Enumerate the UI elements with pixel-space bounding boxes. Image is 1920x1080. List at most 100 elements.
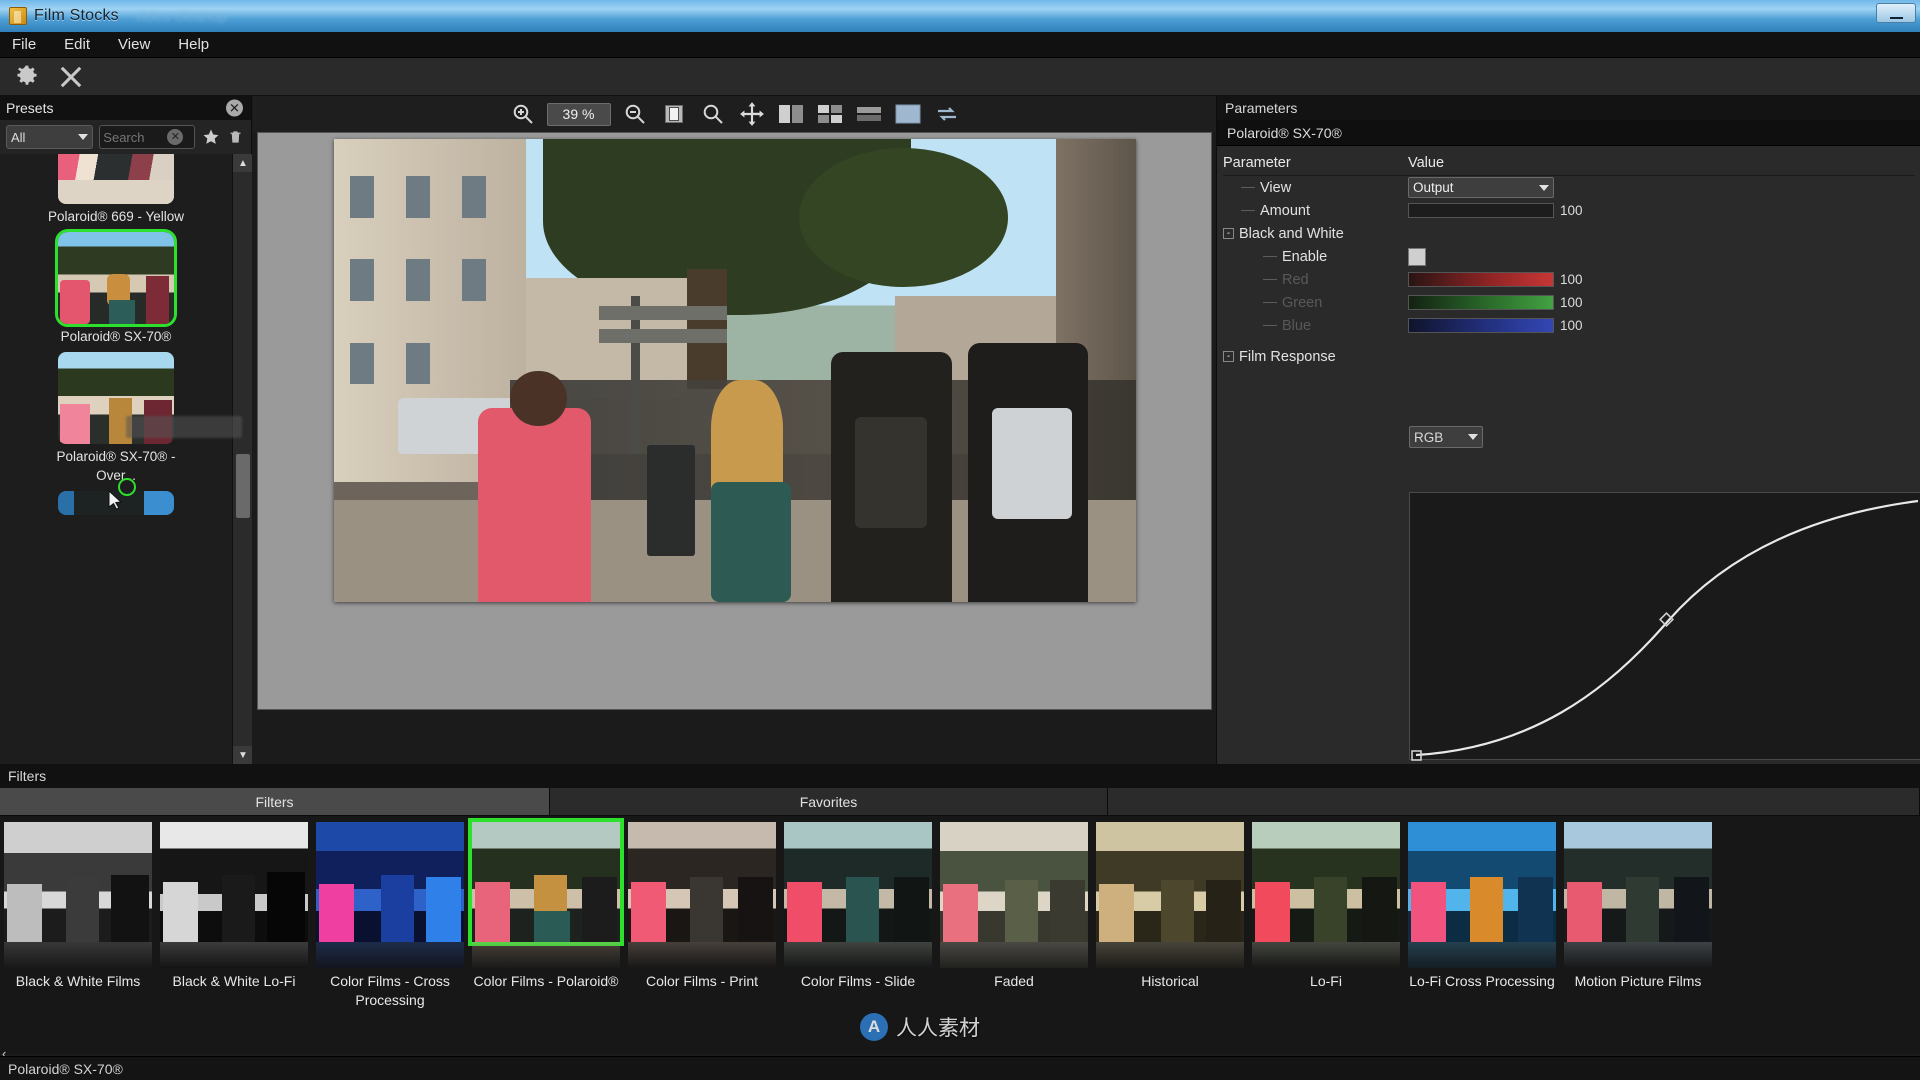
preview-image[interactable] — [334, 139, 1136, 602]
view-select[interactable]: Output — [1408, 177, 1554, 198]
presets-search-box[interactable]: ✕ — [99, 125, 195, 149]
channel-select[interactable]: RGB — [1409, 426, 1483, 448]
param-label: Red — [1223, 272, 1408, 288]
presets-category-select[interactable]: All — [6, 125, 93, 149]
swap-compare-icon[interactable] — [932, 99, 962, 129]
filter-card-selected[interactable]: Color Films - Polaroid® — [472, 822, 620, 1032]
param-group-black-and-white[interactable]: - Black and White — [1223, 222, 1915, 245]
tab-favorites[interactable]: Favorites — [550, 788, 1108, 815]
filter-card[interactable]: Motion Picture Films — [1564, 822, 1712, 1032]
param-label: Blue — [1223, 318, 1408, 334]
filter-card[interactable]: Color Films - Cross Processing — [316, 822, 464, 1032]
thumbnail-reflection — [784, 942, 932, 968]
filter-card[interactable]: Color Films - Print — [628, 822, 776, 1032]
menu-item-help[interactable]: Help — [174, 35, 213, 54]
filter-thumbnail[interactable] — [940, 822, 1088, 942]
menu-item-view[interactable]: View — [114, 35, 154, 54]
tab-filters[interactable]: Filters — [0, 788, 550, 815]
restore-button[interactable] — [1876, 3, 1916, 23]
filter-card[interactable]: Faded — [940, 822, 1088, 1032]
param-row-enable[interactable]: Enable — [1223, 245, 1915, 268]
filter-thumbnail[interactable] — [1252, 822, 1400, 942]
filter-thumbnail[interactable] — [160, 822, 308, 942]
filter-label: Motion Picture Films — [1564, 972, 1712, 991]
param-row-view[interactable]: View Output — [1223, 176, 1915, 199]
scroll-down-icon[interactable]: ▼ — [233, 746, 252, 764]
zoom-in-icon[interactable] — [508, 99, 538, 129]
param-group-film-response[interactable]: - Film Response — [1223, 345, 1915, 368]
filters-header: Filters — [0, 764, 1920, 788]
param-row-red: Red 100 — [1223, 268, 1915, 291]
split-quad-icon[interactable] — [815, 99, 845, 129]
enable-checkbox[interactable] — [1408, 248, 1426, 266]
filter-thumbnail[interactable] — [784, 822, 932, 942]
zoom-out-icon[interactable] — [620, 99, 650, 129]
menu-item-edit[interactable]: Edit — [60, 35, 94, 54]
scroll-up-icon[interactable]: ▲ — [233, 154, 252, 172]
collapse-icon[interactable]: - — [1223, 228, 1234, 239]
fit-page-icon[interactable] — [659, 99, 689, 129]
list-item[interactable]: Polaroid® 669 - Yellow — [0, 154, 232, 228]
thumbnail-reflection — [628, 942, 776, 968]
app-toolbar — [0, 58, 1920, 96]
filter-card[interactable]: Color Films - Slide — [784, 822, 932, 1032]
tone-curve-editor[interactable] — [1409, 492, 1920, 760]
filters-strip[interactable]: Black & White Films Black & White Lo-Fi — [0, 816, 1920, 1032]
filter-card[interactable]: Black & White Lo-Fi — [160, 822, 308, 1032]
thumbnail-reflection — [1252, 942, 1400, 968]
presets-search-input[interactable] — [103, 130, 167, 145]
filter-card[interactable]: Historical — [1096, 822, 1244, 1032]
column-header-value: Value — [1408, 155, 1915, 171]
close-x-icon[interactable] — [56, 62, 86, 92]
tone-curve-graph[interactable] — [1410, 493, 1920, 761]
preset-thumbnail[interactable] — [58, 154, 174, 204]
param-row-amount[interactable]: Amount 100 — [1223, 199, 1915, 222]
filter-card[interactable]: Lo-Fi — [1252, 822, 1400, 1032]
pan-move-icon[interactable] — [737, 99, 767, 129]
presets-title: Presets — [6, 100, 53, 116]
zoom-level-field[interactable]: 39 % — [547, 103, 611, 126]
star-icon[interactable] — [201, 126, 220, 148]
single-view-icon[interactable] — [893, 99, 923, 129]
watermark: A 人人素材 — [860, 1012, 980, 1042]
filter-thumbnail[interactable] — [1408, 822, 1556, 942]
scrollbar-thumb[interactable] — [236, 454, 250, 518]
filter-thumbnail[interactable] — [1096, 822, 1244, 942]
trash-icon[interactable] — [226, 126, 245, 148]
presets-list[interactable]: Polaroid® 669 - Yellow Polaroid® SX-70® — [0, 154, 252, 764]
param-label: - Film Response — [1223, 349, 1408, 365]
magnifier-icon[interactable] — [698, 99, 728, 129]
presets-scrollbar[interactable]: ▲ ▼ — [232, 154, 252, 764]
tab-filler — [1108, 788, 1920, 815]
filter-thumbnail-selected[interactable] — [472, 822, 620, 942]
collapse-icon[interactable]: - — [1223, 351, 1234, 362]
split-vertical-icon[interactable] — [776, 99, 806, 129]
preset-thumbnail-selected[interactable] — [58, 232, 174, 324]
window-controls[interactable] — [1876, 3, 1916, 23]
tree-line-icon — [1263, 256, 1277, 257]
list-item[interactable]: Polaroid® SX-70® — [0, 228, 232, 348]
filter-card[interactable]: Black & White Films — [4, 822, 152, 1032]
filter-thumbnail[interactable] — [628, 822, 776, 942]
image-viewer-panel: 39 % — [253, 96, 1216, 764]
filters-tabs[interactable]: Filters Favorites — [0, 788, 1920, 816]
thumbnail-reflection — [472, 942, 620, 968]
filter-thumbnail[interactable] — [316, 822, 464, 942]
menu-item-file[interactable]: File — [8, 35, 40, 54]
filter-thumbnail[interactable] — [1564, 822, 1712, 942]
presets-close-icon[interactable]: ✕ — [226, 100, 243, 117]
settings-gear-icon[interactable] — [12, 62, 42, 92]
menu-bar[interactable]: File Edit View Help — [0, 32, 1920, 58]
column-header-parameter: Parameter — [1223, 155, 1408, 171]
image-canvas[interactable] — [257, 132, 1212, 710]
status-bar: Polaroid® SX-70® — [0, 1056, 1920, 1080]
clear-search-icon[interactable]: ✕ — [167, 129, 183, 145]
preset-label: Polaroid® 669 - Yellow — [41, 207, 191, 226]
amount-slider[interactable] — [1408, 203, 1554, 218]
filter-card[interactable]: Lo-Fi Cross Processing — [1408, 822, 1556, 1032]
parameters-column-headers: Parameter Value — [1223, 150, 1915, 176]
split-horizontal-icon[interactable] — [854, 99, 884, 129]
viewer-toolbar: 39 % — [253, 96, 1216, 132]
zoom-level-value: 39 % — [563, 106, 595, 122]
filter-thumbnail[interactable] — [4, 822, 152, 942]
